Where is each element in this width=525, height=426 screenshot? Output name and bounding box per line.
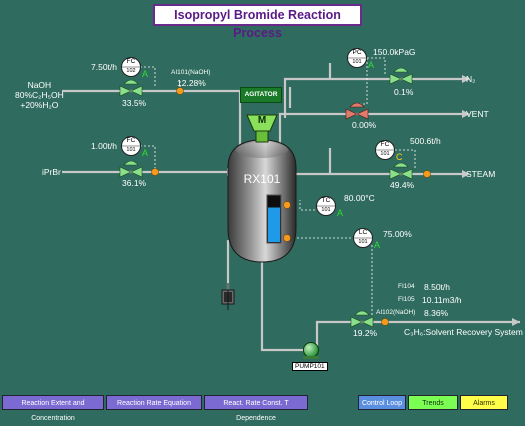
pump101[interactable]	[303, 342, 319, 360]
valve-n2	[389, 67, 413, 85]
fc101-pv: 1.00t/h	[91, 141, 117, 151]
ai102-value: 8.36%	[424, 308, 449, 318]
lc101-tag: LC	[358, 229, 368, 236]
tc101-num: 101	[321, 207, 331, 213]
outlet-label-steam: STEAM	[466, 169, 496, 179]
fc-steam-mode: C	[396, 152, 403, 162]
valve-fc101	[119, 160, 143, 178]
tc101-mode: A	[337, 208, 344, 218]
reaction-extent-button[interactable]: Reaction Extent and Concentration	[2, 395, 104, 422]
outlet-label-vent: VENT	[466, 109, 489, 119]
pump-label: PUMP101	[292, 362, 328, 371]
fc-steam-pv: 500.6t/h	[410, 136, 441, 146]
pc101-mode: A	[368, 60, 375, 70]
valve-vent	[345, 102, 369, 120]
pc101-out-n2: 0.1%	[394, 87, 414, 97]
lc101-mode: A	[374, 240, 381, 250]
fc102-num: 102	[126, 68, 136, 74]
feed-label-iprbr: iPrBr	[42, 167, 61, 177]
fc101-num: 101	[126, 147, 136, 153]
level-fill	[268, 207, 280, 242]
lc101-num: 101	[358, 239, 368, 245]
fi105-value: 10.11m3/h	[422, 295, 462, 305]
reactor-label: RX101	[243, 172, 281, 186]
fc101-mode: A	[142, 148, 149, 158]
pc101-num: 101	[352, 59, 362, 65]
outlet-label-n2: N₂	[466, 74, 476, 84]
process-diagram	[62, 48, 520, 360]
fc-steam-num: 101	[380, 151, 390, 157]
outlet-label-solvent: C₃H₆:Solvent Recovery System	[404, 327, 523, 337]
fc102-pv: 7.50t/h	[91, 62, 117, 72]
reaction-rate-equation-button[interactable]: Reaction Rate Equation	[106, 395, 202, 410]
fc-steam-tag: FC	[380, 141, 390, 148]
agitator-button[interactable]: AGITATOR	[240, 87, 282, 103]
drain-sampler[interactable]	[221, 283, 235, 310]
tc101-pv: 80.00°C	[344, 193, 375, 203]
valve-lc101	[350, 310, 374, 328]
lc101-out: 19.2%	[353, 328, 378, 338]
valve-steam	[389, 162, 413, 180]
fc-steam-out: 49.4%	[390, 180, 415, 190]
reactor-vessel[interactable]	[227, 139, 297, 263]
fc102-mode: A	[142, 69, 149, 79]
feed-label-naoh: NaOH 80%C₂H₅OH +20%H₂O	[15, 80, 64, 110]
control-loop-button[interactable]: Control Loop	[358, 395, 406, 410]
ai101-value: 12.28%	[177, 78, 206, 88]
fc102-tag: FC	[126, 58, 136, 65]
fc101-out: 36.1%	[122, 178, 147, 188]
lc101-pv: 75.00%	[383, 229, 412, 239]
pc101-pv: 150.0kPaG	[373, 47, 416, 57]
trends-button[interactable]: Trends	[408, 395, 458, 410]
fc101-tag: FC	[126, 137, 136, 144]
pc101-tag: PC	[352, 49, 362, 56]
tc101-tag: TC	[321, 197, 331, 204]
fi104-value: 8.50t/h	[424, 282, 450, 292]
fi104-label: FI104	[398, 283, 415, 290]
rate-constant-t-button[interactable]: React. Rate Const. T Dependence	[204, 395, 308, 422]
alarms-button[interactable]: Alarms	[460, 395, 508, 410]
fi105-label: FI105	[398, 296, 415, 303]
pc101-out-vent: 0.00%	[352, 120, 377, 130]
ai101-label: AI101(NaOH)	[171, 69, 211, 76]
ai102-label: AI102(NaOH)	[376, 309, 416, 316]
valve-fc102	[119, 79, 143, 97]
agitator-glyph: M	[257, 115, 267, 126]
fc102-out: 33.5%	[122, 98, 147, 108]
